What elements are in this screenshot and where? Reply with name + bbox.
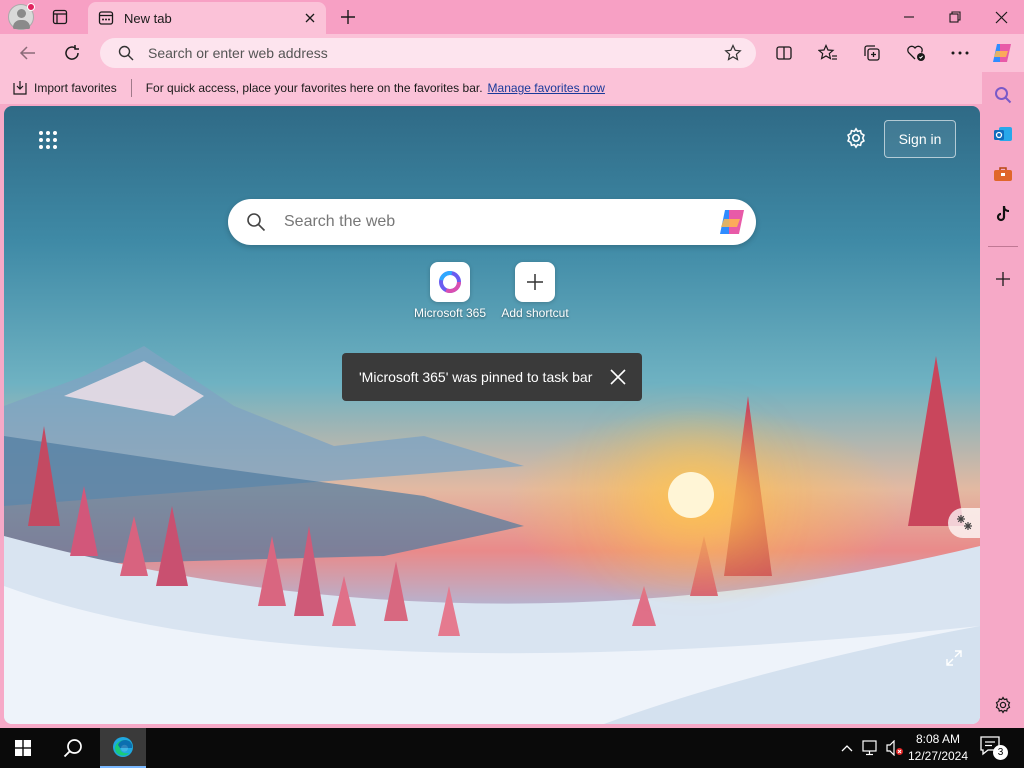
split-screen-icon[interactable] [770, 39, 798, 67]
network-icon[interactable] [860, 728, 882, 768]
new-tab-page: Sign in Search the web Microsoft 365 Add… [4, 106, 980, 724]
toast-message: 'Microsoft 365' was pinned to task bar [359, 369, 593, 385]
import-favorites-icon [13, 81, 27, 95]
add-shortcut-button[interactable]: Add shortcut [490, 262, 580, 320]
web-search-icon [247, 213, 266, 232]
navigation-toolbar: Search or enter web address [0, 34, 1024, 72]
import-favorites-label: Import favorites [34, 81, 117, 95]
import-favorites-button[interactable]: Import favorites [12, 80, 117, 96]
toast-close-icon[interactable] [608, 367, 628, 387]
chevron-up-icon[interactable] [838, 728, 856, 768]
windows-start-icon[interactable] [0, 728, 46, 768]
clock-time: 8:08 AM [915, 732, 961, 746]
app-launcher-icon[interactable] [34, 126, 62, 154]
manage-favorites-link[interactable]: Manage favorites now [488, 81, 605, 95]
sidebar-divider [988, 246, 1018, 247]
window-close-icon[interactable] [978, 0, 1024, 34]
outlook-icon[interactable] [990, 121, 1016, 147]
copilot-icon[interactable] [988, 39, 1016, 67]
notification-count-badge: 3 [993, 745, 1008, 760]
volume-muted-icon[interactable] [884, 728, 906, 768]
system-clock[interactable]: 8:08 AM 12/27/2024 [906, 731, 970, 765]
sidebar-settings-icon[interactable] [990, 692, 1016, 718]
edge-sidebar [982, 72, 1024, 728]
favorites-message: For quick access, place your favorites h… [145, 81, 483, 95]
windows-taskbar: 8:08 AM 12/27/2024 3 [0, 728, 1024, 768]
expand-icon[interactable] [942, 646, 966, 670]
web-search-placeholder: Search the web [284, 213, 396, 230]
customize-sparkle-icon[interactable] [948, 508, 980, 538]
favorites-icon[interactable] [814, 39, 842, 67]
add-shortcut-icon [515, 262, 555, 302]
profile-icon[interactable] [8, 3, 35, 30]
more-icon[interactable] [946, 39, 974, 67]
sidebar-search-icon[interactable] [990, 82, 1016, 108]
clock-date: 12/27/2024 [907, 749, 969, 763]
address-placeholder: Search or enter web address [148, 45, 328, 61]
microsoft-365-icon [430, 262, 470, 302]
new-tab-plus-icon[interactable] [336, 5, 360, 29]
edge-icon[interactable] [100, 728, 146, 768]
web-search-box[interactable]: Search the web [228, 199, 756, 245]
tiktok-icon[interactable] [990, 201, 1016, 227]
tab-actions-icon[interactable] [46, 6, 74, 28]
favorites-bar: Import favorites For quick access, place… [0, 72, 1024, 104]
add-icon[interactable] [990, 266, 1016, 292]
back-icon[interactable] [14, 39, 42, 67]
new-tab-page-icon [98, 10, 114, 26]
search-icon [118, 45, 134, 61]
minimize-icon[interactable] [886, 0, 932, 34]
restore-icon[interactable] [932, 0, 978, 34]
search-copilot-icon[interactable] [716, 206, 748, 238]
shortcut-label: Add shortcut [501, 306, 569, 320]
page-settings-icon[interactable] [842, 124, 870, 152]
shortcut-microsoft-365[interactable]: Microsoft 365 [405, 262, 495, 320]
favorite-star-icon[interactable] [724, 44, 742, 62]
tools-icon[interactable] [990, 161, 1016, 187]
pinned-notification-toast: 'Microsoft 365' was pinned to task bar [342, 353, 642, 401]
refresh-icon[interactable] [58, 39, 86, 67]
sign-in-button[interactable]: Sign in [884, 120, 956, 158]
title-bar: New tab [0, 0, 1024, 34]
notification-icon[interactable]: 3 [980, 736, 1008, 760]
close-tab-icon[interactable] [302, 10, 318, 26]
shortcut-label: Microsoft 365 [413, 306, 487, 320]
browser-tab[interactable]: New tab [88, 2, 326, 34]
collections-icon[interactable] [858, 39, 886, 67]
favorites-divider [130, 79, 132, 97]
taskbar-search-icon[interactable] [50, 728, 96, 768]
tab-title: New tab [124, 10, 172, 26]
browser-essentials-icon[interactable] [902, 39, 930, 67]
sun [668, 472, 714, 518]
address-bar[interactable]: Search or enter web address [100, 38, 756, 68]
